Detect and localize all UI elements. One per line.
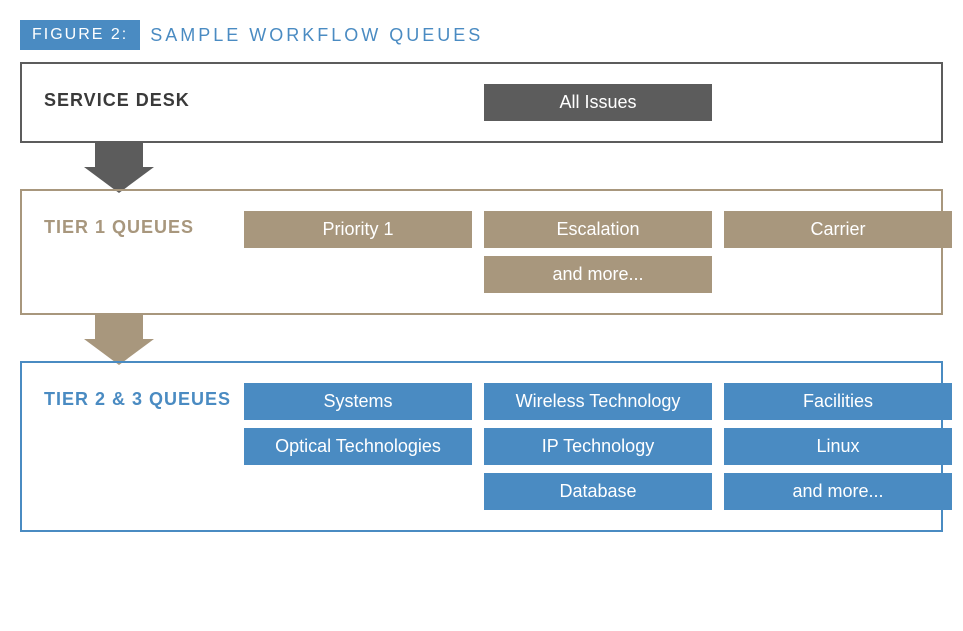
queue-linux: Linux bbox=[724, 428, 952, 465]
arrow-down-icon bbox=[84, 141, 154, 191]
queue-tier1-more: and more... bbox=[484, 256, 712, 293]
queue-optical: Optical Technologies bbox=[244, 428, 472, 465]
arrow-down-icon bbox=[84, 313, 154, 363]
service-desk-label: SERVICE DESK bbox=[44, 84, 244, 111]
queue-database: Database bbox=[484, 473, 712, 510]
queue-escalation: Escalation bbox=[484, 211, 712, 248]
tier1-queues: Priority 1 Escalation Carrier and more..… bbox=[244, 211, 952, 293]
figure-title: SAMPLE WORKFLOW QUEUES bbox=[150, 25, 483, 46]
queue-priority1: Priority 1 bbox=[244, 211, 472, 248]
figure-header: FIGURE 2: SAMPLE WORKFLOW QUEUES bbox=[20, 20, 943, 50]
service-desk-queues: All Issues bbox=[244, 84, 952, 121]
tier1-label: TIER 1 QUEUES bbox=[44, 211, 244, 238]
queue-tier23-more: and more... bbox=[724, 473, 952, 510]
queue-wireless: Wireless Technology bbox=[484, 383, 712, 420]
queue-facilities: Facilities bbox=[724, 383, 952, 420]
tier23-label: TIER 2 & 3 QUEUES bbox=[44, 383, 244, 410]
queue-carrier: Carrier bbox=[724, 211, 952, 248]
tier23-queues: Systems Wireless Technology Facilities O… bbox=[244, 383, 952, 510]
tier23-box: TIER 2 & 3 QUEUES Systems Wireless Techn… bbox=[20, 361, 943, 532]
queue-ip: IP Technology bbox=[484, 428, 712, 465]
service-desk-box: SERVICE DESK All Issues bbox=[20, 62, 943, 143]
figure-badge: FIGURE 2: bbox=[20, 20, 140, 50]
queue-systems: Systems bbox=[244, 383, 472, 420]
tier1-box: TIER 1 QUEUES Priority 1 Escalation Carr… bbox=[20, 189, 943, 315]
queue-all-issues: All Issues bbox=[484, 84, 712, 121]
